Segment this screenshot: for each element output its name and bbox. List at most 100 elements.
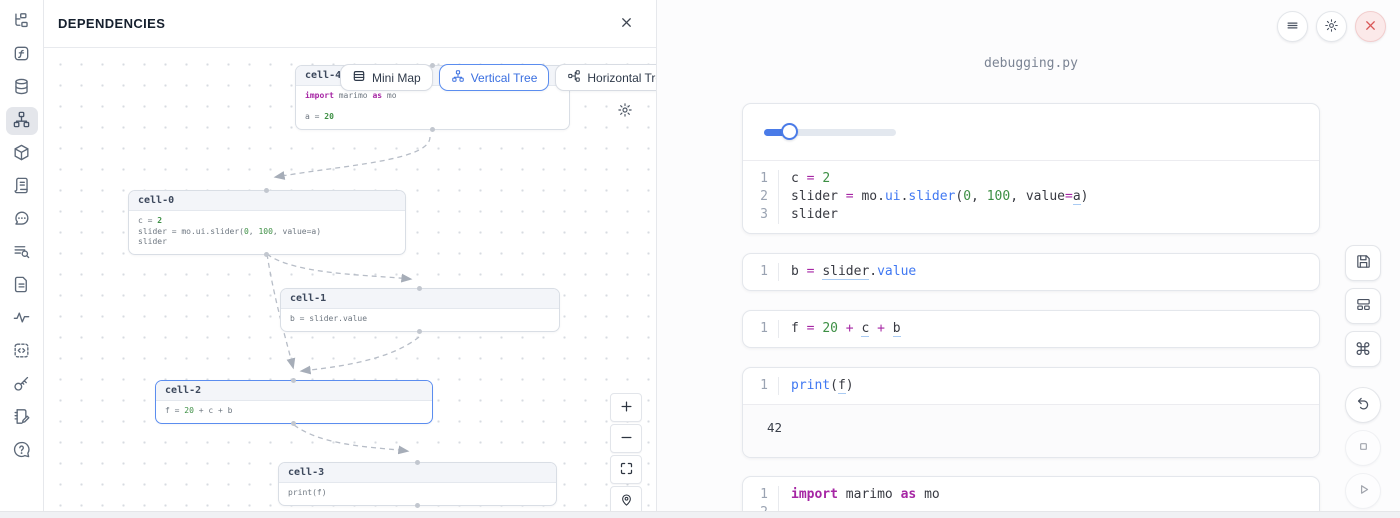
line-number: 2 bbox=[743, 188, 779, 206]
cell-code-editor[interactable]: 1b = slider.value bbox=[743, 254, 1319, 290]
graph-settings-button[interactable] bbox=[616, 102, 634, 120]
node-code-line: c = 2 bbox=[138, 216, 396, 227]
cell-output-slider bbox=[743, 104, 1319, 161]
sidebar-item-packages[interactable] bbox=[6, 140, 38, 168]
notebook-header-buttons bbox=[1277, 11, 1386, 42]
graph-node-cell-3[interactable]: cell-3print(f) bbox=[278, 462, 557, 506]
panel-title: DEPENDENCIES bbox=[58, 16, 165, 31]
undo-button[interactable] bbox=[1345, 387, 1381, 423]
line-number: 1 bbox=[743, 320, 779, 338]
pin-icon bbox=[619, 492, 634, 510]
shutdown-button[interactable] bbox=[1355, 11, 1386, 42]
cell-output: 42 bbox=[743, 404, 1319, 457]
horizontal-tree-button[interactable]: Horizontal Tree bbox=[555, 64, 656, 91]
save-icon bbox=[1355, 253, 1372, 273]
node-title: cell-3 bbox=[279, 463, 556, 483]
variables-icon bbox=[12, 44, 31, 66]
node-title: cell-2 bbox=[156, 381, 432, 401]
sidebar-item-documentation[interactable] bbox=[6, 272, 38, 300]
notebook-menu-button[interactable] bbox=[1277, 11, 1308, 42]
close-icon bbox=[619, 15, 634, 33]
graph-node-cell-1[interactable]: cell-1b = slider.value bbox=[280, 288, 560, 332]
notepad-icon bbox=[12, 407, 31, 429]
notebook-cell-2: 1f = 20 + c + b bbox=[742, 310, 1320, 348]
help-icon bbox=[12, 440, 31, 462]
dependency-graph-canvas[interactable]: Mini Map Vertical Tree Horizontal Tree cel… bbox=[44, 48, 656, 518]
undo-icon bbox=[1355, 395, 1372, 415]
line-number: 1 bbox=[743, 263, 779, 281]
mini-map-button[interactable]: Mini Map bbox=[340, 64, 433, 91]
slider-handle[interactable] bbox=[781, 123, 798, 140]
panel-close-button[interactable] bbox=[616, 14, 636, 34]
sidebar-item-tracing[interactable] bbox=[6, 305, 38, 333]
layout-icon bbox=[1355, 296, 1372, 316]
view-button-label: Mini Map bbox=[372, 71, 421, 85]
graph-view-toolbar: Mini Map Vertical Tree Horizontal Tree bbox=[340, 64, 656, 91]
node-code-line: a = 20 bbox=[305, 112, 560, 123]
code-line: slider bbox=[779, 206, 1319, 224]
sidebar-item-outline[interactable] bbox=[6, 173, 38, 201]
node-code: import marimo as mo a = 20 bbox=[296, 86, 569, 129]
node-title: cell-0 bbox=[129, 191, 405, 211]
code-line: b = slider.value bbox=[779, 263, 1319, 281]
slider-track[interactable] bbox=[764, 129, 896, 136]
close-icon bbox=[1363, 18, 1378, 36]
vertical-tree-icon bbox=[451, 69, 465, 86]
vertical-tree-button[interactable]: Vertical Tree bbox=[439, 64, 550, 91]
graph-zoom-controls bbox=[610, 393, 642, 515]
sidebar-item-dependencies[interactable] bbox=[6, 107, 38, 135]
zoom-in-button[interactable] bbox=[610, 393, 642, 422]
fit-view-button[interactable] bbox=[610, 455, 642, 484]
view-button-label: Horizontal Tree bbox=[587, 71, 656, 85]
activity-sidebar bbox=[0, 0, 44, 518]
graph-node-cell-2[interactable]: cell-2 f = 20 + c + b bbox=[155, 380, 433, 424]
sidebar-item-snippets[interactable] bbox=[6, 338, 38, 366]
marimo-app: DEPENDENCIES Mini Map Vertical Tree Horizo… bbox=[0, 0, 1400, 518]
database-icon bbox=[12, 77, 31, 99]
scroll-icon bbox=[12, 176, 31, 198]
code-line: print(f) bbox=[779, 377, 1319, 395]
line-number: 1 bbox=[743, 486, 779, 504]
run-button bbox=[1345, 473, 1381, 509]
node-code: print(f) bbox=[279, 483, 556, 505]
fit-view-icon bbox=[619, 461, 634, 479]
node-code-line: f = 20 + c + b bbox=[165, 406, 423, 417]
zoom-out-button[interactable] bbox=[610, 424, 642, 453]
sidebar-item-variables[interactable] bbox=[6, 41, 38, 69]
cell-code-editor[interactable]: 1c = 22slider = mo.ui.slider(0, 100, val… bbox=[743, 161, 1319, 233]
graph-node-cell-0[interactable]: cell-0c = 2slider = mo.ui.slider(0, 100,… bbox=[128, 190, 406, 255]
play-icon bbox=[1355, 481, 1372, 501]
save-button[interactable] bbox=[1345, 245, 1381, 281]
command-icon: ⌘ bbox=[1355, 341, 1372, 358]
sidebar-item-data-sources[interactable] bbox=[6, 74, 38, 102]
plus-icon bbox=[619, 399, 634, 417]
notebook-area: debugging.py 1c = 22slider = mo.ui.slide… bbox=[657, 0, 1400, 518]
sidebar-item-scratchpad[interactable] bbox=[6, 404, 38, 432]
node-code: c = 2slider = mo.ui.slider(0, 100, value… bbox=[129, 211, 405, 254]
file-text-icon bbox=[12, 275, 31, 297]
bottom-strip bbox=[0, 511, 1400, 518]
notebook-settings-button[interactable] bbox=[1316, 11, 1347, 42]
sidebar-item-secrets[interactable] bbox=[6, 371, 38, 399]
snippet-icon bbox=[12, 341, 31, 363]
dependency-graph-icon bbox=[12, 110, 31, 132]
code-line: slider = mo.ui.slider(0, 100, value=a) bbox=[779, 188, 1319, 206]
cell-code-editor[interactable]: 1f = 20 + c + b bbox=[743, 311, 1319, 347]
cell-code-editor[interactable]: 1print(f) bbox=[743, 368, 1319, 404]
sidebar-item-help[interactable] bbox=[6, 437, 38, 465]
sidebar-item-chat[interactable] bbox=[6, 206, 38, 234]
sidebar-item-logs[interactable] bbox=[6, 239, 38, 267]
file-tree-icon bbox=[12, 11, 31, 33]
command-palette-button[interactable]: ⌘ bbox=[1345, 331, 1381, 367]
stop-button bbox=[1345, 430, 1381, 466]
line-number: 1 bbox=[743, 377, 779, 395]
node-code: f = 20 + c + b bbox=[156, 401, 432, 423]
sidebar-item-file-explorer[interactable] bbox=[6, 8, 38, 36]
node-code-line bbox=[305, 102, 560, 113]
minimap-icon bbox=[352, 69, 366, 86]
layout-toggle-button[interactable] bbox=[1345, 288, 1381, 324]
chat-icon bbox=[12, 209, 31, 231]
gear-icon bbox=[617, 106, 633, 121]
code-line: c = 2 bbox=[779, 170, 1319, 188]
gear-icon bbox=[1324, 18, 1339, 36]
